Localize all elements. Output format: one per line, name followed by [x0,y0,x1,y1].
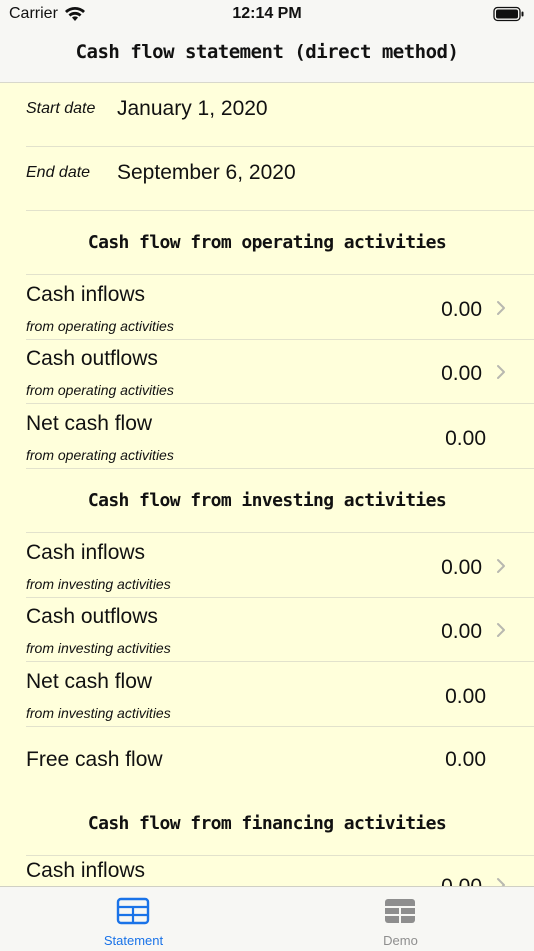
operating-cash-outflows-row[interactable]: Cash outflows from operating activities … [0,340,534,404]
row-value: 0.00 [441,298,482,321]
chevron-right-icon [497,623,505,637]
end-date-row[interactable]: End date September 6, 2020 [0,147,534,211]
status-bar: Carrier 12:14 PM [0,0,534,30]
chevron-right-icon [497,878,505,886]
financing-section-title: Cash flow from financing activities [87,813,447,834]
row-value: 0.00 [441,875,482,886]
tab-demo[interactable]: Demo [267,887,534,951]
row-subtitle: from investing activities [26,705,171,721]
divider [26,532,534,533]
financing-section-header: Cash flow from financing activities [0,792,534,856]
start-date-value[interactable]: January 1, 2020 [117,97,268,121]
chevron-right-icon [497,365,505,379]
tab-statement[interactable]: Statement [0,887,267,951]
row-title: Cash inflows [26,541,146,564]
row-title: Free cash flow [26,748,163,771]
table-icon [116,897,150,925]
divider [26,855,534,856]
chevron-right-icon [497,301,505,315]
end-date-label: End date [26,164,91,181]
financing-cash-inflows-row[interactable]: Cash inflows 0.00 [0,857,534,886]
row-value: 0.00 [441,362,482,385]
investing-section-title: Cash flow from investing activities [87,490,447,511]
status-time: 12:14 PM [232,5,302,22]
divider [26,274,534,275]
row-title: Net cash flow [26,670,153,693]
divider [26,661,534,662]
row-title: Cash outflows [26,347,158,370]
row-value: 0.00 [445,748,486,771]
start-date-label: Start date [26,100,96,117]
operating-net-cash-flow-row: Net cash flow from operating activities … [0,405,534,469]
investing-section-header: Cash flow from investing activities [0,469,534,533]
row-value: 0.00 [445,427,486,450]
free-cash-flow-row: Free cash flow 0.00 [0,727,534,791]
tab-label: Statement [103,933,164,948]
divider [26,403,534,404]
statement-list[interactable]: Start date January 1, 2020 End date Sept… [0,83,534,886]
investing-cash-outflows-row[interactable]: Cash outflows from investing activities … [0,598,534,662]
operating-section-title: Cash flow from operating activities [87,232,447,253]
row-title: Cash inflows [26,283,146,306]
tab-label: Demo [383,933,418,948]
row-title: Cash inflows [26,859,146,882]
operating-cash-inflows-row[interactable]: Cash inflows from operating activities 0… [0,276,534,340]
navigation-bar: Cash flow statement (direct method) [0,30,534,83]
row-subtitle: from investing activities [26,640,171,656]
row-subtitle: from investing activities [26,576,171,592]
investing-cash-inflows-row[interactable]: Cash inflows from investing activities 0… [0,534,534,598]
investing-net-cash-flow-row: Net cash flow from investing activities … [0,663,534,727]
start-date-row[interactable]: Start date January 1, 2020 [0,83,534,147]
row-value: 0.00 [441,620,482,643]
row-subtitle: from operating activities [26,318,174,334]
row-value: 0.00 [441,556,482,579]
chevron-right-icon [497,559,505,573]
row-value: 0.00 [445,685,486,708]
grid-icon [385,899,415,923]
page-title: Cash flow statement (direct method) [75,41,459,63]
operating-section-header: Cash flow from operating activities [0,211,534,275]
row-subtitle: from operating activities [26,447,174,463]
battery-icon [493,6,524,22]
row-title: Cash outflows [26,605,158,628]
row-title: Net cash flow [26,412,153,435]
row-subtitle: from operating activities [26,382,174,398]
tab-bar: Statement Demo [0,886,534,951]
end-date-value[interactable]: September 6, 2020 [117,161,296,185]
